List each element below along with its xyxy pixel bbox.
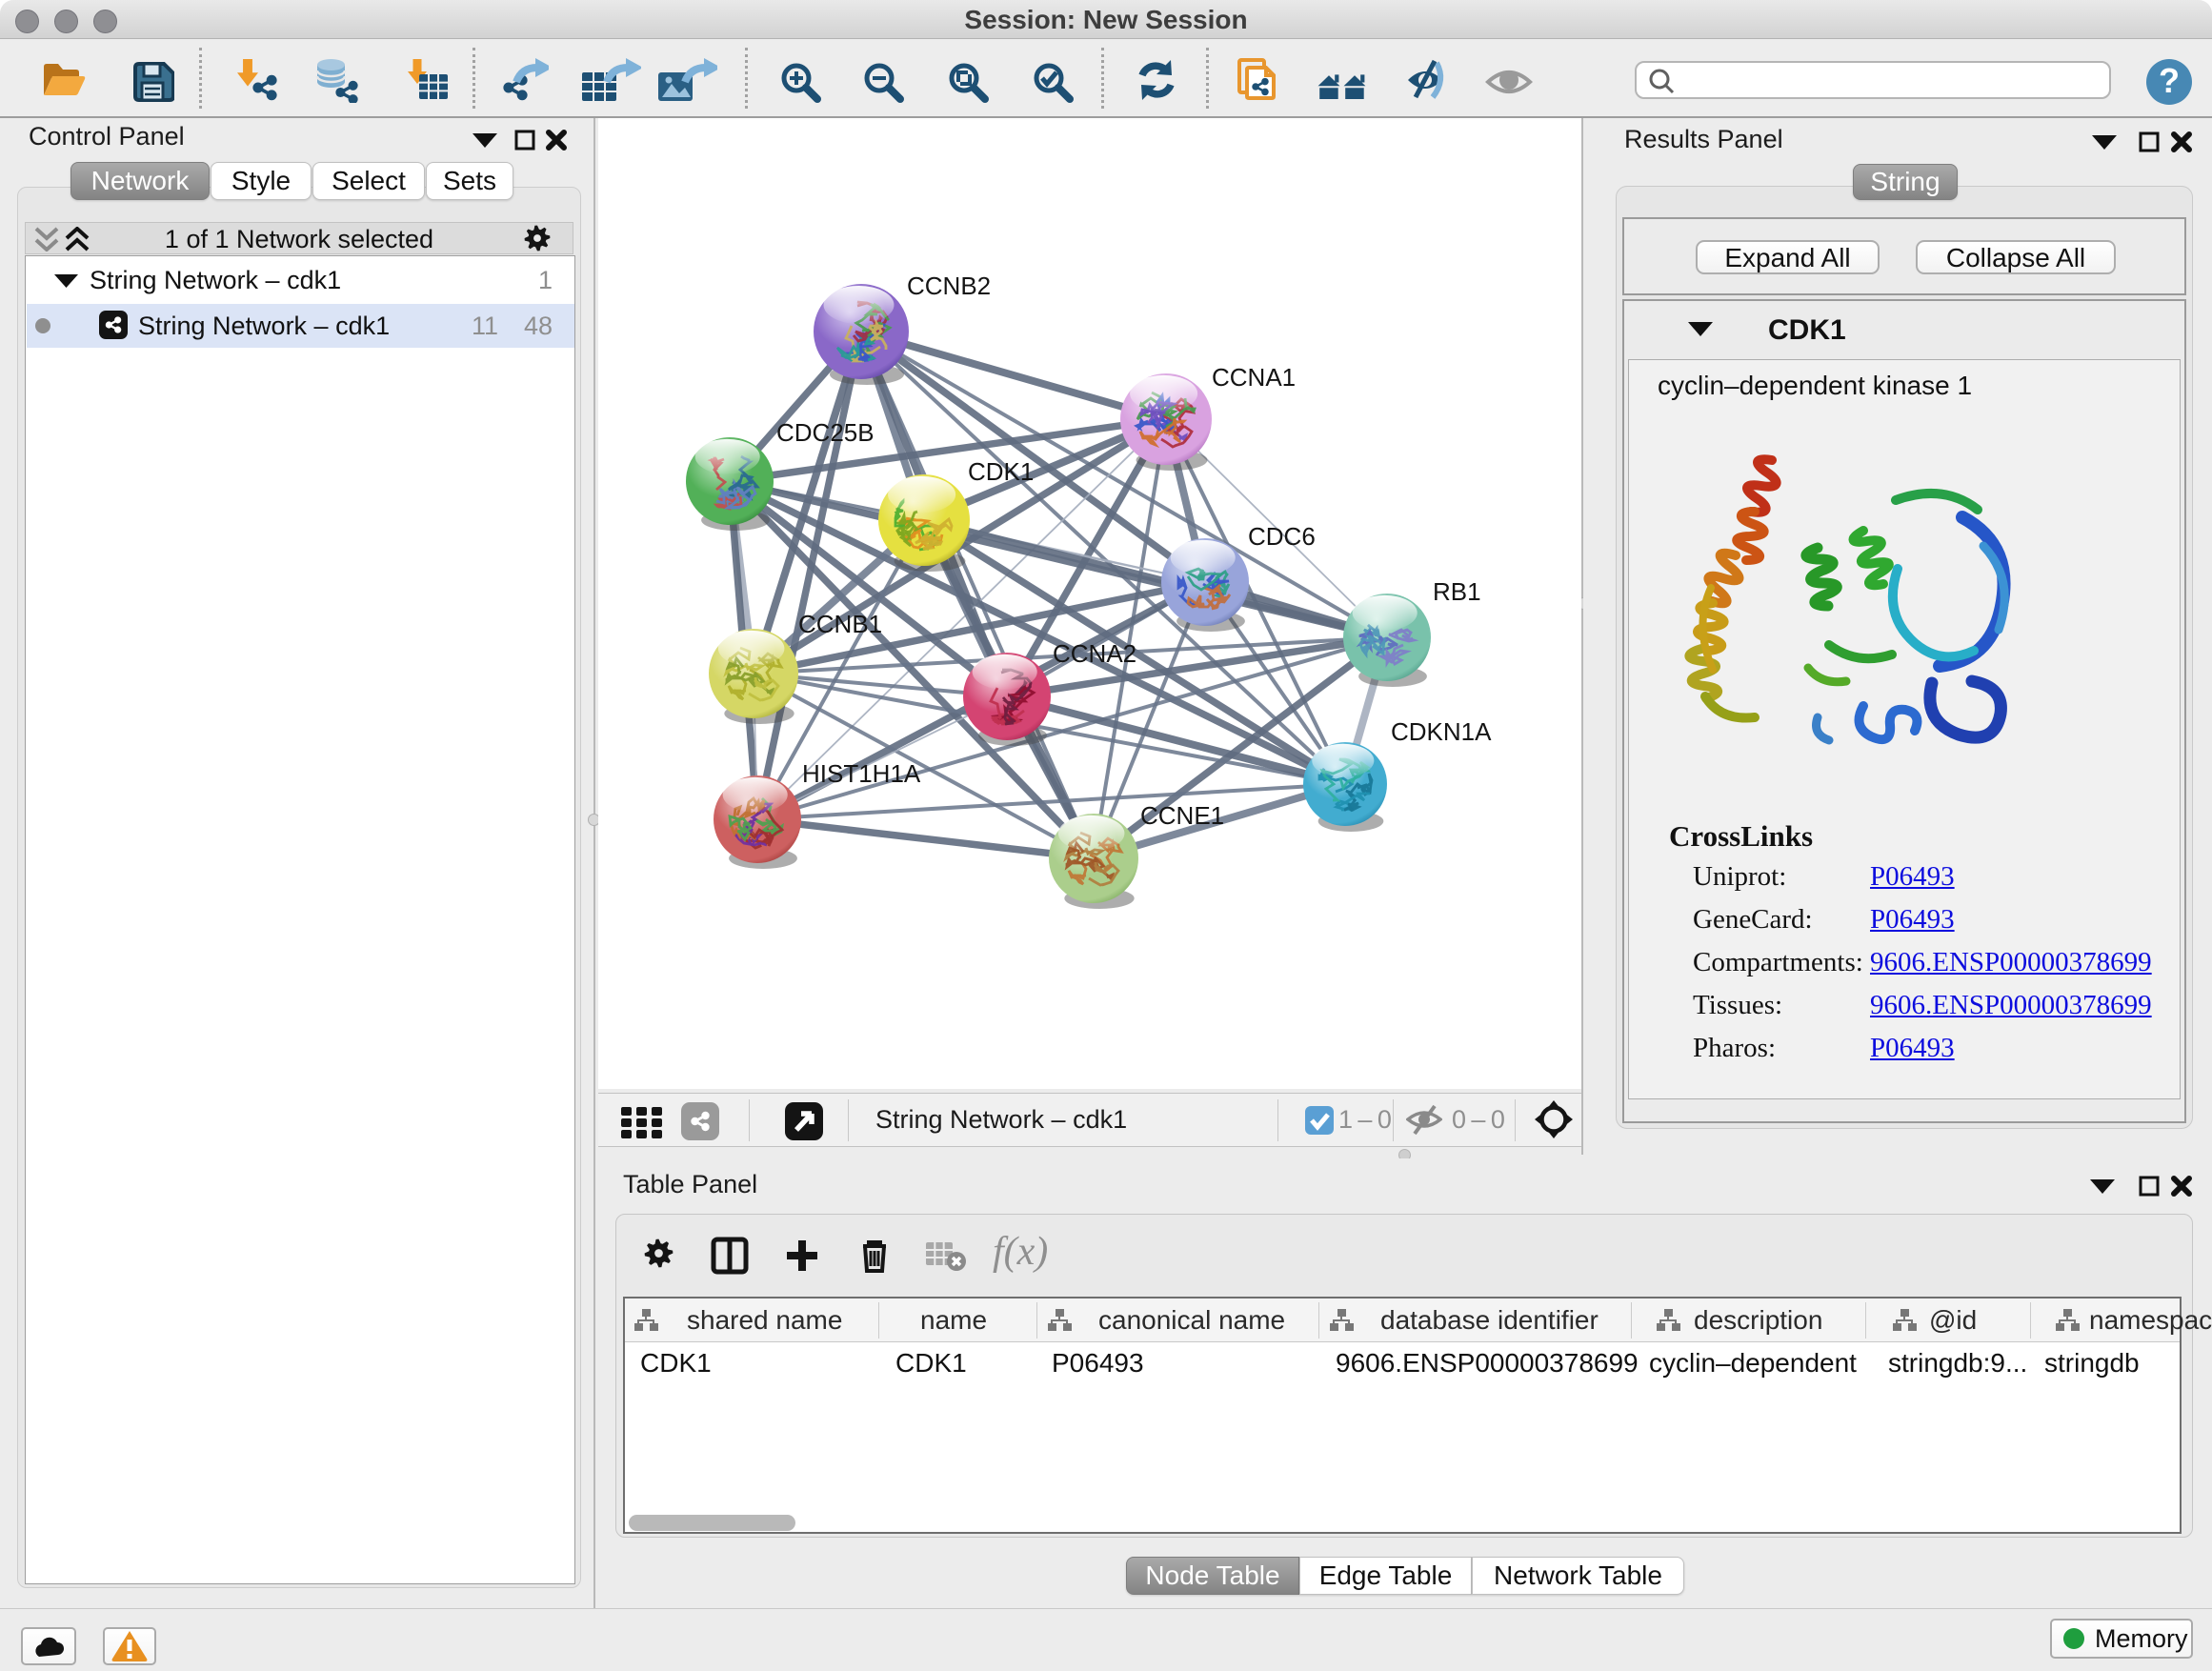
svg-text:?: ? [2159,61,2180,100]
svg-text:CCNA2: CCNA2 [1053,639,1136,668]
svg-text:CCNA1: CCNA1 [1212,363,1296,392]
svg-text:CDKN1A: CDKN1A [1391,717,1492,746]
svg-text:CCNB2: CCNB2 [907,272,991,300]
svg-text:HIST1H1A: HIST1H1A [802,759,921,788]
svg-text:CDK1: CDK1 [968,457,1034,486]
svg-text:CDC25B: CDC25B [776,418,875,447]
svg-text:CCNB1: CCNB1 [798,610,882,638]
svg-text:CDC6: CDC6 [1248,522,1316,551]
svg-text:CCNE1: CCNE1 [1140,801,1224,830]
svg-text:RB1: RB1 [1433,577,1481,606]
